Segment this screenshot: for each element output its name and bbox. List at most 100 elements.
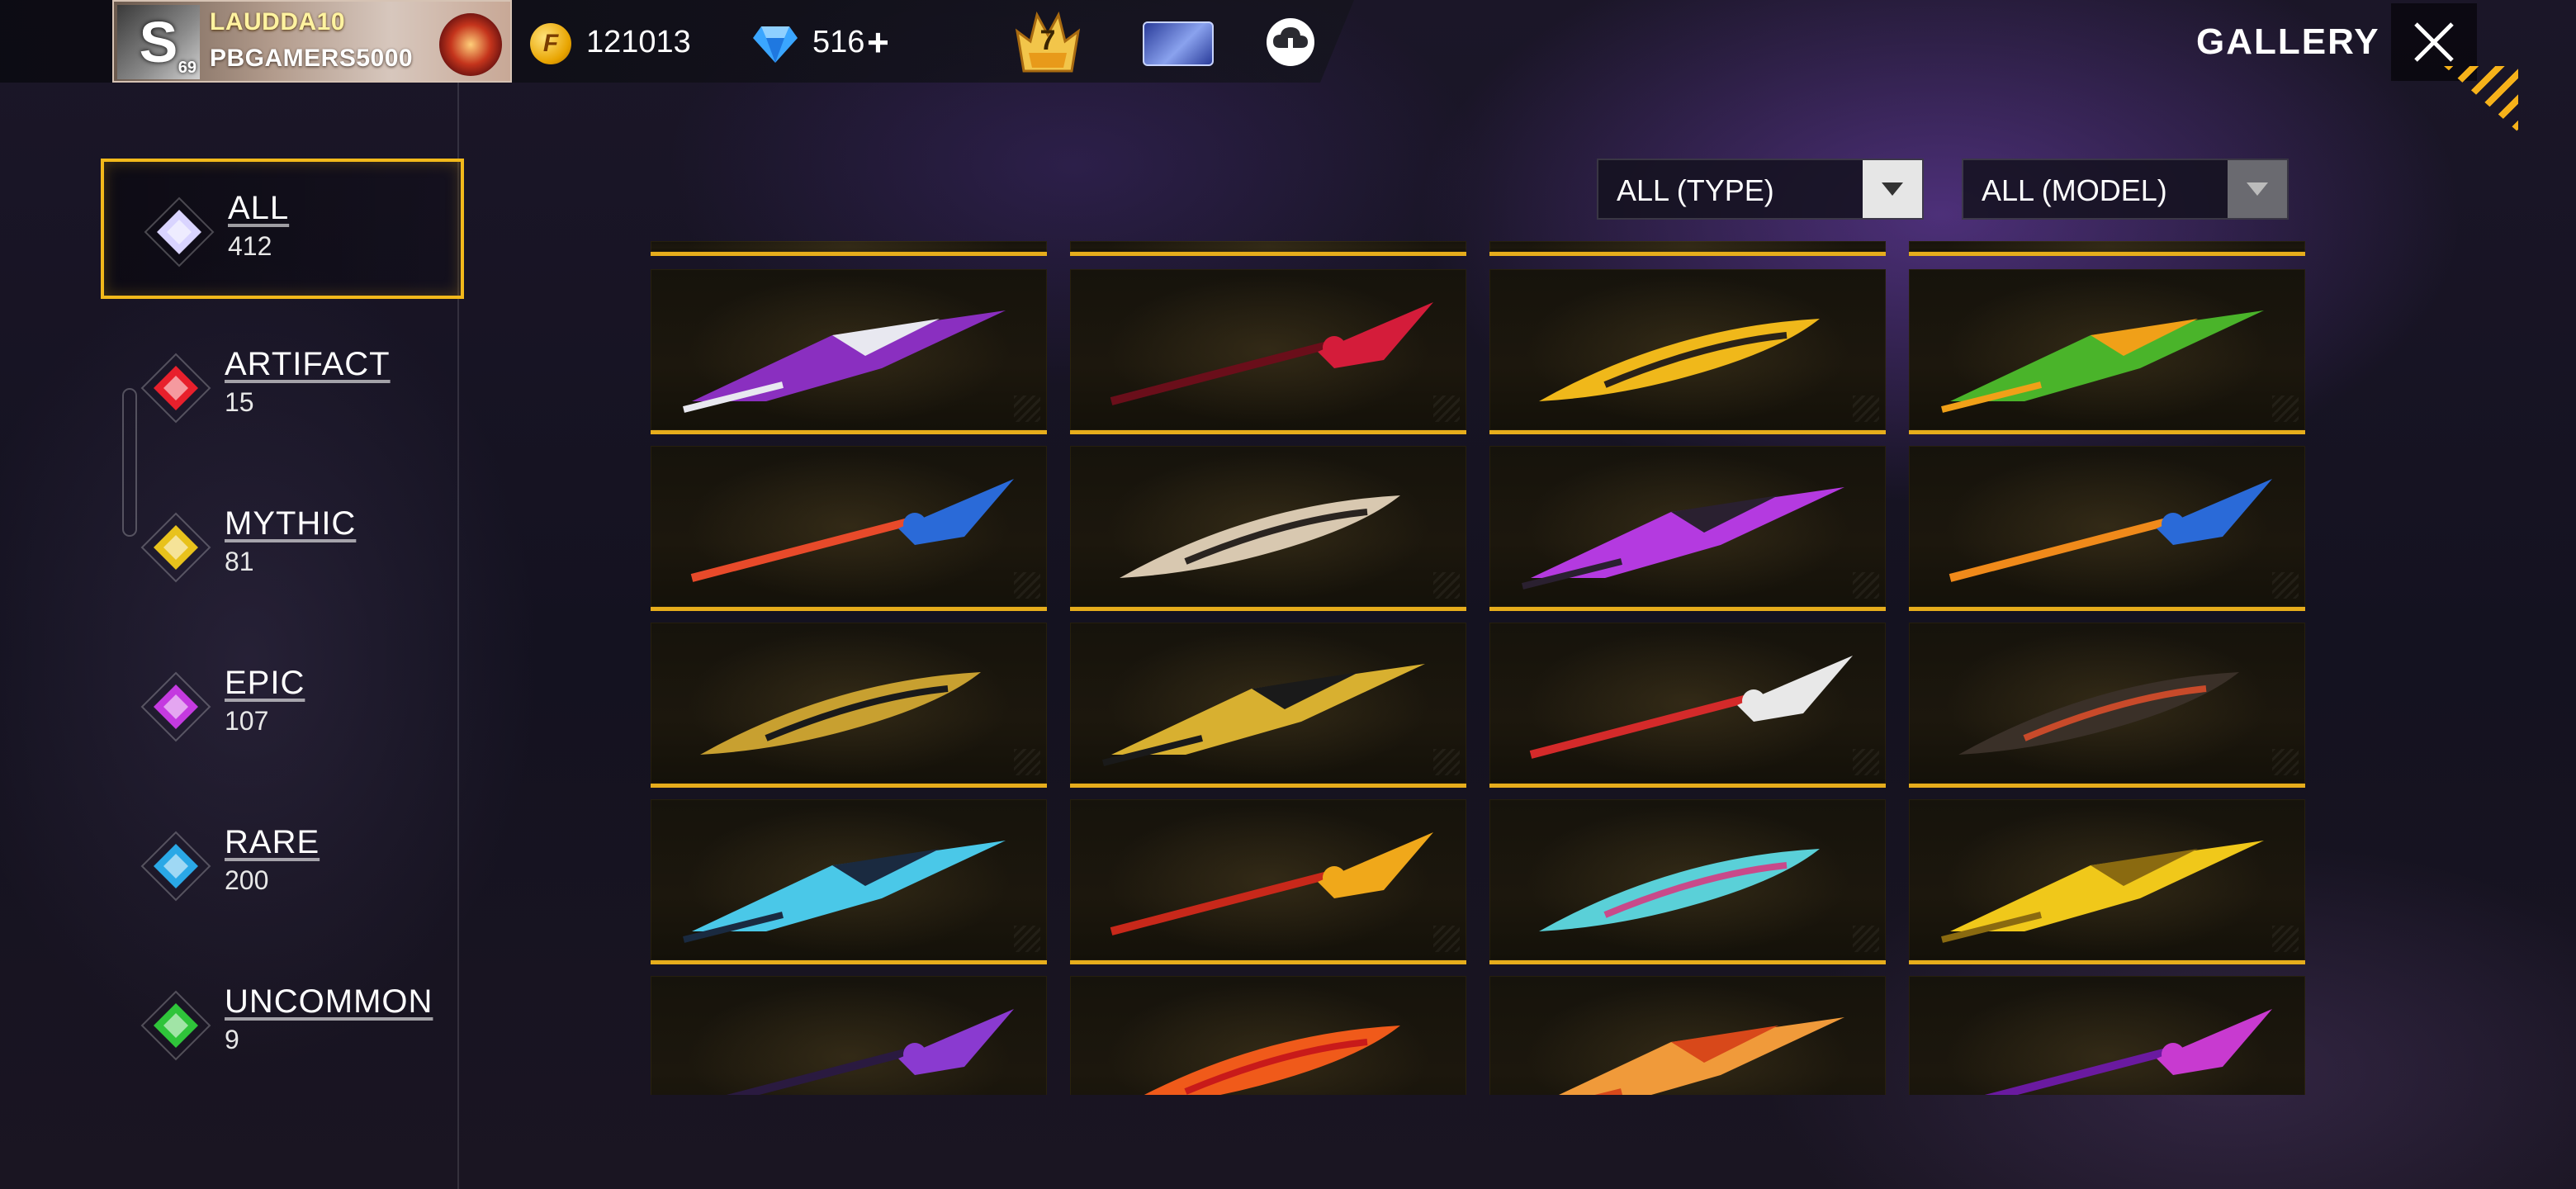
candy-cane-icon bbox=[1529, 656, 1853, 759]
tile-corner-mark bbox=[2272, 749, 2299, 775]
golden-pan-icon bbox=[1539, 319, 1820, 401]
item-tile-partial[interactable] bbox=[1070, 241, 1466, 256]
player-name: LAUDDA10 bbox=[210, 8, 346, 36]
category-label: UNCOMMON bbox=[225, 983, 433, 1020]
item-tile[interactable] bbox=[651, 269, 1047, 434]
item-tile-partial[interactable] bbox=[1909, 241, 2305, 256]
category-count: 9 bbox=[225, 1025, 239, 1054]
category-artifact[interactable]: ARTIFACT 15 bbox=[101, 318, 464, 458]
item-tile[interactable] bbox=[651, 799, 1047, 964]
gold-trumpet-staff-icon bbox=[1102, 664, 1425, 766]
player-guild: PBGAMERS5000 bbox=[210, 45, 414, 72]
violet-machete-icon bbox=[1522, 487, 1844, 590]
topup-button[interactable]: + bbox=[867, 20, 889, 64]
tile-corner-mark bbox=[1014, 396, 1040, 422]
item-tile-partial[interactable] bbox=[1489, 241, 1886, 256]
fire-tiger-icon bbox=[1559, 1017, 1844, 1095]
rarity-gem-icon bbox=[140, 831, 211, 902]
red-blade-icon bbox=[1110, 302, 1433, 405]
tile-corner-mark bbox=[1853, 396, 1879, 422]
item-tile[interactable] bbox=[1909, 446, 2305, 611]
item-tile[interactable] bbox=[1909, 799, 2305, 964]
tile-corner-mark bbox=[1433, 926, 1460, 952]
rarity-gem-icon bbox=[140, 671, 211, 742]
item-tile[interactable] bbox=[1909, 623, 2305, 788]
item-tile[interactable] bbox=[1070, 976, 1466, 1095]
lava-beast-icon bbox=[1144, 1026, 1400, 1095]
category-label: EPIC bbox=[225, 665, 305, 701]
tile-corner-mark bbox=[2272, 926, 2299, 952]
diamond-amount: 516 bbox=[812, 25, 865, 59]
pinwheel-staff-icon bbox=[1949, 479, 2272, 582]
category-epic[interactable]: EPIC 107 bbox=[101, 637, 464, 777]
tile-corner-mark bbox=[2272, 396, 2299, 422]
player-profile-card[interactable]: S 69 LAUDDA10 PBGAMERS5000 bbox=[112, 0, 512, 83]
tile-corner-mark bbox=[1014, 749, 1040, 775]
chevron-down-icon bbox=[2228, 160, 2287, 218]
blue-scythe-icon bbox=[1539, 849, 1820, 931]
category-count: 15 bbox=[225, 387, 254, 417]
rarity-gem-icon bbox=[144, 197, 215, 268]
category-mythic[interactable]: MYTHIC 81 bbox=[101, 477, 464, 618]
type-filter-dropdown[interactable]: ALL (TYPE) bbox=[1597, 159, 1924, 220]
chevron-down-icon bbox=[1863, 160, 1922, 218]
item-tile[interactable] bbox=[651, 623, 1047, 788]
vip-level: 7 bbox=[1039, 25, 1056, 56]
item-tile[interactable] bbox=[1909, 976, 2305, 1095]
type-filter-label: ALL (TYPE) bbox=[1617, 173, 1774, 207]
tile-corner-mark bbox=[1853, 572, 1879, 599]
tile-corner-mark bbox=[1433, 749, 1460, 775]
category-all[interactable]: ALL 412 bbox=[101, 159, 464, 299]
blue-katana-icon bbox=[683, 841, 1006, 943]
category-uncommon[interactable]: UNCOMMON 9 bbox=[101, 955, 464, 1096]
item-tile[interactable] bbox=[1909, 269, 2305, 434]
tile-corner-mark bbox=[2272, 572, 2299, 599]
item-tile[interactable] bbox=[1070, 623, 1466, 788]
category-count: 200 bbox=[225, 865, 269, 895]
fire-katana-icon bbox=[1110, 832, 1433, 936]
item-tile[interactable] bbox=[1489, 976, 1886, 1095]
violet-tiger-icon bbox=[1984, 1009, 2272, 1095]
membership-card-icon[interactable] bbox=[1143, 21, 1214, 66]
weapon-gallery-grid bbox=[644, 241, 2320, 1095]
item-tile[interactable] bbox=[1489, 623, 1886, 788]
shadow-staff-icon bbox=[726, 1009, 1014, 1095]
rarity-gem-icon bbox=[140, 990, 211, 1061]
item-tile[interactable] bbox=[1489, 269, 1886, 434]
player-level: 69 bbox=[178, 59, 197, 77]
model-filter-dropdown[interactable]: ALL (MODEL) bbox=[1962, 159, 2289, 220]
silver-blade-icon bbox=[1120, 495, 1400, 578]
golden-scythe-icon bbox=[1941, 841, 2264, 943]
tile-corner-mark bbox=[1014, 926, 1040, 952]
avatar[interactable]: S 69 bbox=[117, 5, 200, 79]
category-label: RARE bbox=[225, 824, 320, 860]
corner-decoration bbox=[2444, 66, 2518, 132]
model-filter-label: ALL (MODEL) bbox=[1982, 173, 2167, 207]
item-tile[interactable] bbox=[1489, 446, 1886, 611]
gold-amount: 121013 bbox=[586, 25, 691, 59]
item-tile[interactable] bbox=[1070, 799, 1466, 964]
tile-corner-mark bbox=[1853, 926, 1879, 952]
item-tile[interactable] bbox=[651, 446, 1047, 611]
item-tile[interactable] bbox=[651, 976, 1047, 1095]
category-rare[interactable]: RARE 200 bbox=[101, 796, 464, 936]
gold-spear-icon bbox=[700, 672, 981, 755]
green-sawblade-sword-icon bbox=[1941, 310, 2264, 413]
diamond-icon bbox=[753, 26, 798, 63]
item-tile[interactable] bbox=[1070, 446, 1466, 611]
category-count: 412 bbox=[228, 231, 272, 261]
purple-scythe-icon bbox=[683, 310, 1006, 413]
category-label: ALL bbox=[228, 190, 290, 226]
item-tile[interactable] bbox=[1070, 269, 1466, 434]
item-tile-partial[interactable] bbox=[651, 241, 1047, 256]
rarity-gem-icon bbox=[140, 353, 211, 424]
rarity-gem-icon bbox=[140, 512, 211, 583]
tile-corner-mark bbox=[1433, 572, 1460, 599]
cloud-download-icon[interactable] bbox=[1267, 18, 1314, 66]
avatar-letter: S bbox=[139, 10, 178, 74]
category-label: MYTHIC bbox=[225, 505, 357, 542]
item-tile[interactable] bbox=[1489, 799, 1886, 964]
tile-corner-mark bbox=[1433, 396, 1460, 422]
tile-corner-mark bbox=[1853, 749, 1879, 775]
flag-blade-icon bbox=[690, 479, 1014, 582]
